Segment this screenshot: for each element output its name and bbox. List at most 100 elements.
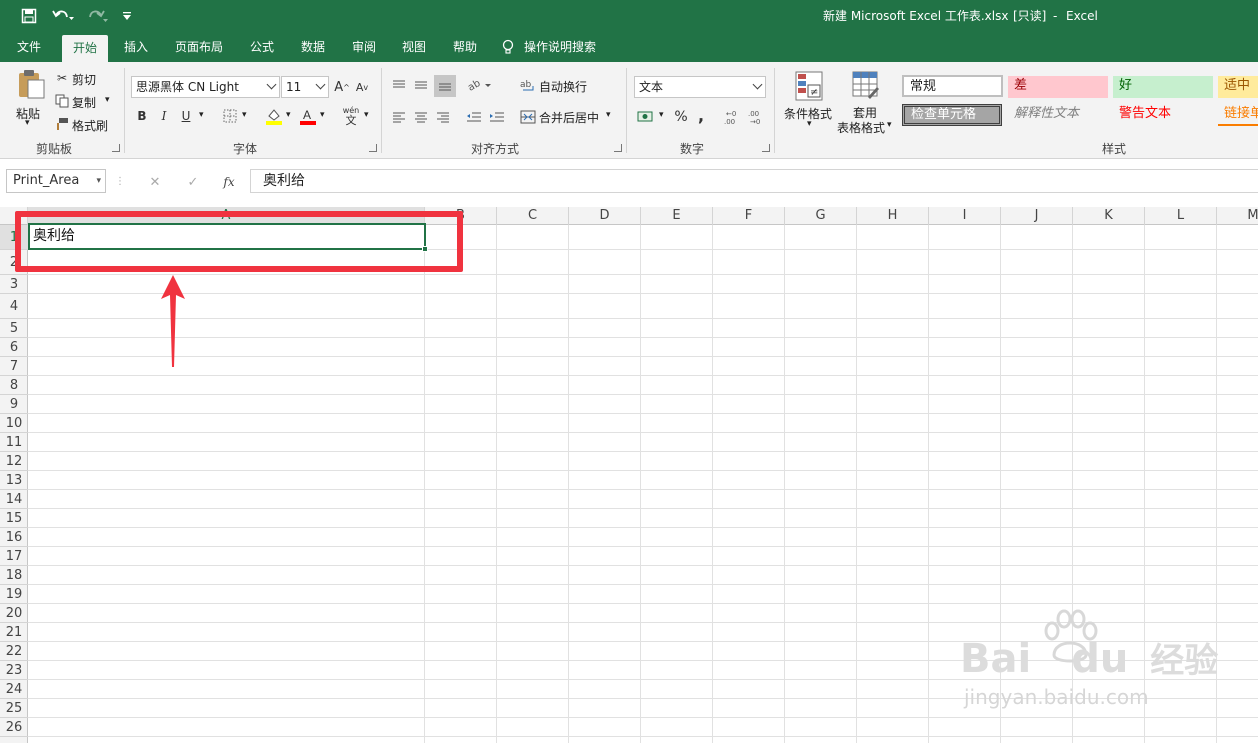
style-bad[interactable]: 差 <box>1008 76 1108 98</box>
row-header-8[interactable]: 8 <box>0 376 28 395</box>
style-linked-cell[interactable]: 链接单 <box>1218 104 1258 126</box>
row-header-22[interactable]: 22 <box>0 642 28 661</box>
middle-align-icon[interactable] <box>412 76 430 94</box>
copy-button[interactable]: 复制 <box>72 94 96 111</box>
style-explanatory[interactable]: 解释性文本 <box>1008 104 1108 126</box>
row-header-23[interactable]: 23 <box>0 661 28 680</box>
increase-decimal-icon[interactable]: ←0.00 <box>722 108 744 126</box>
grow-font-icon[interactable]: A ^ <box>334 79 350 95</box>
comma-button[interactable]: , <box>694 106 708 125</box>
underline-dropdown-icon[interactable]: ▾ <box>199 110 204 120</box>
row-header-12[interactable]: 12 <box>0 452 28 471</box>
column-header-m[interactable]: M <box>1217 207 1258 225</box>
underline-button[interactable]: U <box>178 108 194 124</box>
top-align-icon[interactable] <box>390 76 408 94</box>
column-header-h[interactable]: H <box>857 207 929 225</box>
tab-file[interactable]: 文件 <box>6 32 52 62</box>
column-header-c[interactable]: C <box>497 207 569 225</box>
cancel-button[interactable]: ✕ <box>144 173 166 191</box>
row-header-19[interactable]: 19 <box>0 585 28 604</box>
format-painter-button[interactable]: 格式刷 <box>72 117 108 134</box>
tab-home[interactable]: 开始 <box>62 35 108 62</box>
font-color-dropdown-icon[interactable]: ▾ <box>320 110 325 120</box>
align-left-icon[interactable] <box>390 108 408 126</box>
font-color-icon[interactable]: A <box>298 106 318 126</box>
phonetic-guide-icon[interactable]: wén 文 <box>340 104 362 128</box>
row-header-15[interactable]: 15 <box>0 509 28 528</box>
font-family-select[interactable]: 思源黑体 CN Light <box>131 76 280 98</box>
row-header-16[interactable]: 16 <box>0 528 28 547</box>
name-box[interactable]: Print_Area ▾ <box>6 169 106 193</box>
row-header-10[interactable]: 10 <box>0 414 28 433</box>
borders-dropdown-icon[interactable]: ▾ <box>242 110 247 120</box>
row-header-7[interactable]: 7 <box>0 357 28 376</box>
row-header-26[interactable]: 26 <box>0 718 28 737</box>
style-good[interactable]: 好 <box>1113 76 1213 98</box>
tab-page-layout[interactable]: 页面布局 <box>168 32 230 62</box>
shrink-font-icon[interactable]: Av <box>354 79 370 95</box>
number-format-select[interactable]: 文本 <box>634 76 766 98</box>
fill-color-dropdown-icon[interactable]: ▾ <box>286 110 291 120</box>
paste-dropdown-icon[interactable]: ▾ <box>25 118 30 128</box>
row-header-25[interactable]: 25 <box>0 699 28 718</box>
column-header-j[interactable]: J <box>1001 207 1073 225</box>
merge-center-button[interactable]: 合并后居中 <box>539 109 599 126</box>
font-launcher-icon[interactable] <box>369 144 377 152</box>
style-warning[interactable]: 警告文本 <box>1113 104 1213 126</box>
row-header-13[interactable]: 13 <box>0 471 28 490</box>
insert-function-button[interactable]: fx <box>218 173 240 191</box>
column-header-e[interactable]: E <box>641 207 713 225</box>
font-size-select[interactable]: 11 <box>281 76 329 98</box>
name-box-dropdown-icon[interactable]: ▾ <box>96 170 101 192</box>
cut-button[interactable]: 剪切 <box>72 71 96 88</box>
italic-button[interactable]: I <box>156 108 172 124</box>
fill-color-icon[interactable] <box>264 106 284 126</box>
clipboard-launcher-icon[interactable] <box>112 144 120 152</box>
wrap-text-button[interactable]: 自动换行 <box>539 78 587 95</box>
bold-button[interactable]: B <box>134 108 150 124</box>
worksheet-grid[interactable]: A B C D E F G H I J K L M 1 2 3 4 5 6 7 8 9 10 11 1… <box>0 207 1258 743</box>
row-header-5[interactable]: 5 <box>0 319 28 338</box>
borders-icon[interactable] <box>221 108 239 124</box>
tab-insert[interactable]: 插入 <box>114 32 158 62</box>
alignment-launcher-icon[interactable] <box>614 144 622 152</box>
column-header-d[interactable]: D <box>569 207 641 225</box>
number-launcher-icon[interactable] <box>762 144 770 152</box>
align-right-icon[interactable] <box>434 108 452 126</box>
copy-dropdown-icon[interactable]: ▾ <box>105 95 110 105</box>
row-header-18[interactable]: 18 <box>0 566 28 585</box>
tab-view[interactable]: 视图 <box>392 32 436 62</box>
phonetic-dropdown-icon[interactable]: ▾ <box>364 110 369 120</box>
conditional-dropdown-icon[interactable]: ▾ <box>807 119 812 129</box>
column-header-i[interactable]: I <box>929 207 1001 225</box>
bottom-align-icon[interactable] <box>434 75 456 97</box>
formula-input[interactable]: 奥利给 <box>250 169 1258 193</box>
row-header-14[interactable]: 14 <box>0 490 28 509</box>
format-as-table-dropdown-icon[interactable]: ▾ <box>887 120 892 130</box>
tab-formulas[interactable]: 公式 <box>240 32 284 62</box>
tab-help[interactable]: 帮助 <box>443 32 487 62</box>
increase-indent-icon[interactable] <box>487 108 507 126</box>
column-header-g[interactable]: G <box>785 207 857 225</box>
paste-icon[interactable] <box>14 68 48 100</box>
column-header-k[interactable]: K <box>1073 207 1145 225</box>
enter-button[interactable]: ✓ <box>182 173 204 191</box>
row-header-20[interactable]: 20 <box>0 604 28 623</box>
tab-review[interactable]: 审阅 <box>342 32 386 62</box>
row-header-9[interactable]: 9 <box>0 395 28 414</box>
row-header-3[interactable]: 3 <box>0 275 28 294</box>
decrease-decimal-icon[interactable]: .00 →0 <box>746 108 768 126</box>
align-center-icon[interactable] <box>412 108 430 126</box>
row-header-6[interactable]: 6 <box>0 338 28 357</box>
style-check-cell[interactable]: 检查单元格 <box>902 104 1002 126</box>
style-neutral[interactable]: 适中 <box>1218 76 1258 98</box>
row-header-21[interactable]: 21 <box>0 623 28 642</box>
percent-button[interactable]: % <box>672 108 690 126</box>
tab-data[interactable]: 数据 <box>291 32 335 62</box>
row-header-17[interactable]: 17 <box>0 547 28 566</box>
style-normal[interactable]: 常规 <box>902 75 1003 97</box>
row-header-11[interactable]: 11 <box>0 433 28 452</box>
formula-bar-grip-icon[interactable]: ⋮ <box>115 173 125 189</box>
accounting-dropdown-icon[interactable]: ▾ <box>659 110 664 120</box>
tell-me-search[interactable]: 操作说明搜索 <box>502 32 612 62</box>
